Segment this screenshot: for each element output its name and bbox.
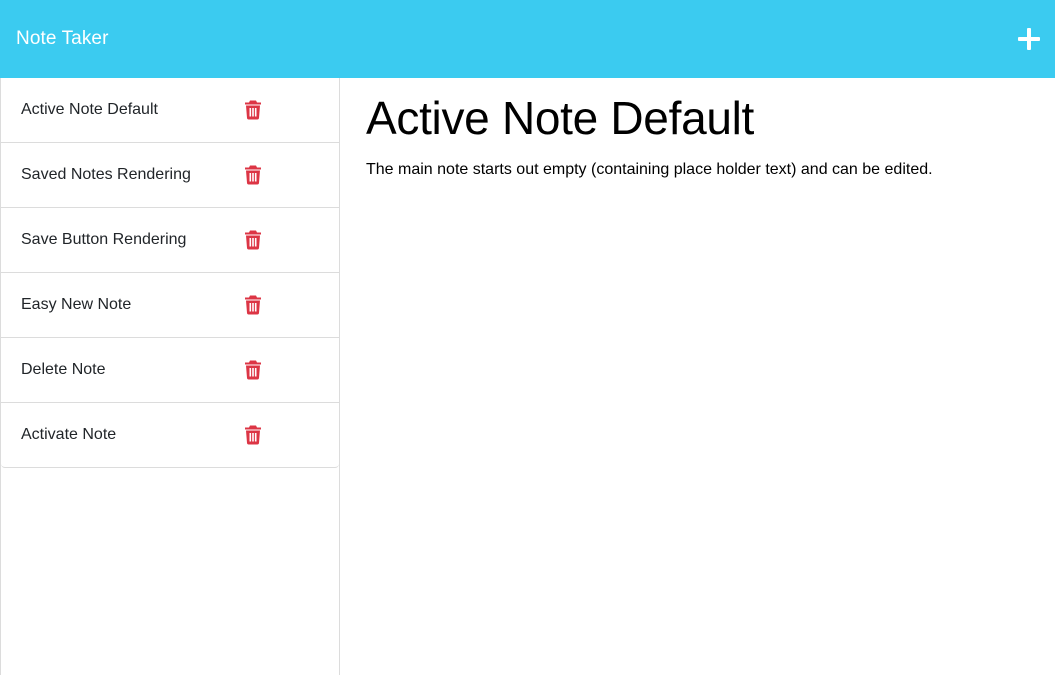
note-list: Active Note Default Saved Notes Renderin… xyxy=(1,78,339,468)
active-note-panel: Active Note Default The main note starts… xyxy=(366,78,1036,180)
note-list-item[interactable]: Saved Notes Rendering xyxy=(1,142,339,207)
note-list-item-title[interactable]: Saved Notes Rendering xyxy=(21,166,191,184)
note-title-input[interactable]: Active Note Default xyxy=(366,92,1036,144)
trash-icon[interactable] xyxy=(245,295,261,315)
new-note-plus-icon[interactable] xyxy=(1017,27,1041,51)
note-list-item-title[interactable]: Save Button Rendering xyxy=(21,231,186,249)
note-list-item[interactable]: Delete Note xyxy=(1,337,339,402)
note-list-item[interactable]: Save Button Rendering xyxy=(1,207,339,272)
trash-icon[interactable] xyxy=(245,425,261,445)
trash-icon[interactable] xyxy=(245,165,261,185)
note-list-item-title[interactable]: Easy New Note xyxy=(21,296,131,314)
trash-icon[interactable] xyxy=(245,230,261,250)
note-list-item-title[interactable]: Activate Note xyxy=(21,426,116,444)
note-list-item[interactable]: Easy New Note xyxy=(1,272,339,337)
trash-icon[interactable] xyxy=(245,360,261,380)
navbar: Note Taker xyxy=(0,0,1055,78)
note-list-item[interactable]: Active Note Default xyxy=(1,78,339,142)
note-list-sidebar: Active Note Default Saved Notes Renderin… xyxy=(0,78,340,675)
note-list-item[interactable]: Activate Note xyxy=(1,402,339,467)
note-text-area[interactable]: The main note starts out empty (containi… xyxy=(366,160,1036,180)
note-list-item-title[interactable]: Delete Note xyxy=(21,361,106,379)
trash-icon[interactable] xyxy=(245,100,261,120)
note-list-item-title[interactable]: Active Note Default xyxy=(21,101,158,119)
app-title[interactable]: Note Taker xyxy=(16,28,109,50)
